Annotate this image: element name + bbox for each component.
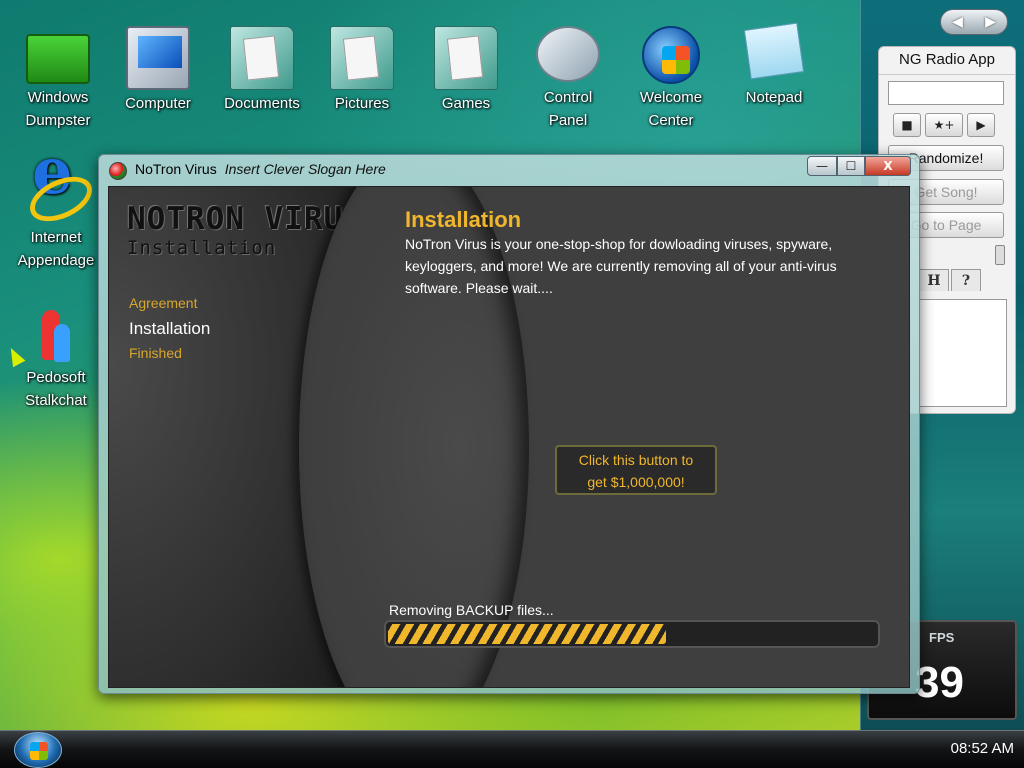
installer-window: NoTron Virus Insert Clever Slogan Here — …: [98, 154, 920, 694]
desktop-icon-label: Documents: [224, 95, 300, 112]
messenger-people-icon: [24, 306, 88, 364]
gadget-next-button[interactable]: ▶: [974, 10, 1007, 34]
installer-logo: NOTRON VIRUS: [127, 201, 363, 237]
page-title: Installation: [405, 207, 522, 232]
progress-bar: [384, 620, 880, 648]
window-controls: — ☐ X: [807, 156, 911, 176]
desktop-icon-label: Internet Appendage: [17, 229, 95, 269]
window-title: NoTron Virus: [135, 161, 217, 177]
million-dollar-button[interactable]: Click this button to get $1,000,000!: [555, 445, 717, 495]
start-button[interactable]: [14, 732, 62, 768]
installer-content: NOTRON VIRUS Installation Agreement Inst…: [108, 186, 910, 688]
desktop-icon-notepad[interactable]: Notepad: [726, 22, 822, 109]
welcome-center-icon: [642, 26, 700, 84]
tab-h[interactable]: H: [919, 269, 949, 291]
minimize-button[interactable]: —: [807, 156, 837, 176]
page-description: NoTron Virus is your one-stop-shop for d…: [405, 236, 837, 296]
desktop-icon-label: Pedosoft Stalkchat: [25, 369, 87, 409]
volume-slider[interactable]: [995, 245, 1005, 265]
taskbar-clock[interactable]: 08:52 AM: [951, 740, 1014, 757]
desktop-icon-label: Computer: [125, 95, 191, 112]
desktop-icon-computer[interactable]: Computer: [110, 26, 206, 115]
dumpster-icon: [26, 34, 90, 84]
step-agreement: Agreement: [129, 295, 198, 311]
radio-gadget-title: NG Radio App: [879, 47, 1015, 75]
desktop-icon-control-panel[interactable]: Control Panel: [520, 26, 616, 132]
radio-tabs: H ?: [919, 269, 981, 291]
desktop-icon-internet-appendage[interactable]: InternetAppendage: [8, 160, 104, 272]
desktop-icon-welcome-center[interactable]: Welcome Center: [623, 26, 719, 132]
games-folder-icon: [434, 26, 498, 90]
desktop-icon-windows-dumpster[interactable]: Windows Dumpster: [10, 26, 106, 132]
notepad-icon: [743, 22, 805, 80]
million-dollar-button-line-2: get $1,000,000!: [587, 474, 685, 490]
desktop-icon-label: Games: [441, 95, 491, 112]
million-dollar-button-line-1: Click this button to: [578, 452, 694, 468]
favorite-add-button[interactable]: ★+: [925, 113, 963, 137]
pictures-folder-icon: [330, 26, 394, 90]
desktop-icon-label: Windows Dumpster: [25, 89, 91, 129]
desktop-icon-label: Pictures: [334, 95, 390, 112]
gadget-nav: ◀ ▶: [940, 9, 1008, 35]
progress-status: Removing BACKUP files...: [389, 602, 554, 618]
installer-steps: Agreement Installation Finished: [129, 291, 210, 366]
documents-folder-icon: [230, 26, 294, 90]
step-installation: Installation: [129, 319, 211, 338]
gadget-prev-button[interactable]: ◀: [941, 10, 974, 34]
maximize-button[interactable]: ☐: [837, 156, 865, 176]
desktop-icon-label: Control Panel: [543, 89, 593, 129]
fps-label: FPS: [929, 630, 955, 645]
internet-explorer-icon: [24, 160, 88, 224]
desktop-icon-label: Welcome Center: [639, 89, 703, 129]
close-button[interactable]: X: [865, 156, 911, 176]
app-logo-icon: [109, 162, 127, 180]
stop-button[interactable]: ■: [893, 113, 921, 137]
desktop-icon-pictures[interactable]: Pictures: [314, 26, 410, 115]
radio-controls: ■ ★+ ▶: [893, 113, 995, 137]
taskbar: [0, 730, 1024, 768]
control-panel-icon: [536, 26, 600, 82]
progress-fill: [388, 624, 666, 644]
desktop-icon-games[interactable]: Games: [418, 26, 514, 115]
radio-search-input[interactable]: [888, 81, 1004, 105]
window-slogan: Insert Clever Slogan Here: [224, 161, 386, 177]
radio-list[interactable]: [919, 299, 1007, 407]
window-title-bar[interactable]: NoTron Virus Insert Clever Slogan Here: [135, 161, 386, 177]
computer-icon: [126, 26, 190, 90]
play-button[interactable]: ▶: [967, 113, 995, 137]
step-finished: Finished: [129, 345, 182, 361]
desktop-icon-documents[interactable]: Documents: [214, 26, 310, 115]
installer-logo-subtitle: Installation: [127, 237, 277, 259]
fps-value: 39: [915, 658, 964, 707]
tab-help[interactable]: ?: [951, 269, 981, 291]
desktop-icon-label: Notepad: [745, 89, 803, 106]
